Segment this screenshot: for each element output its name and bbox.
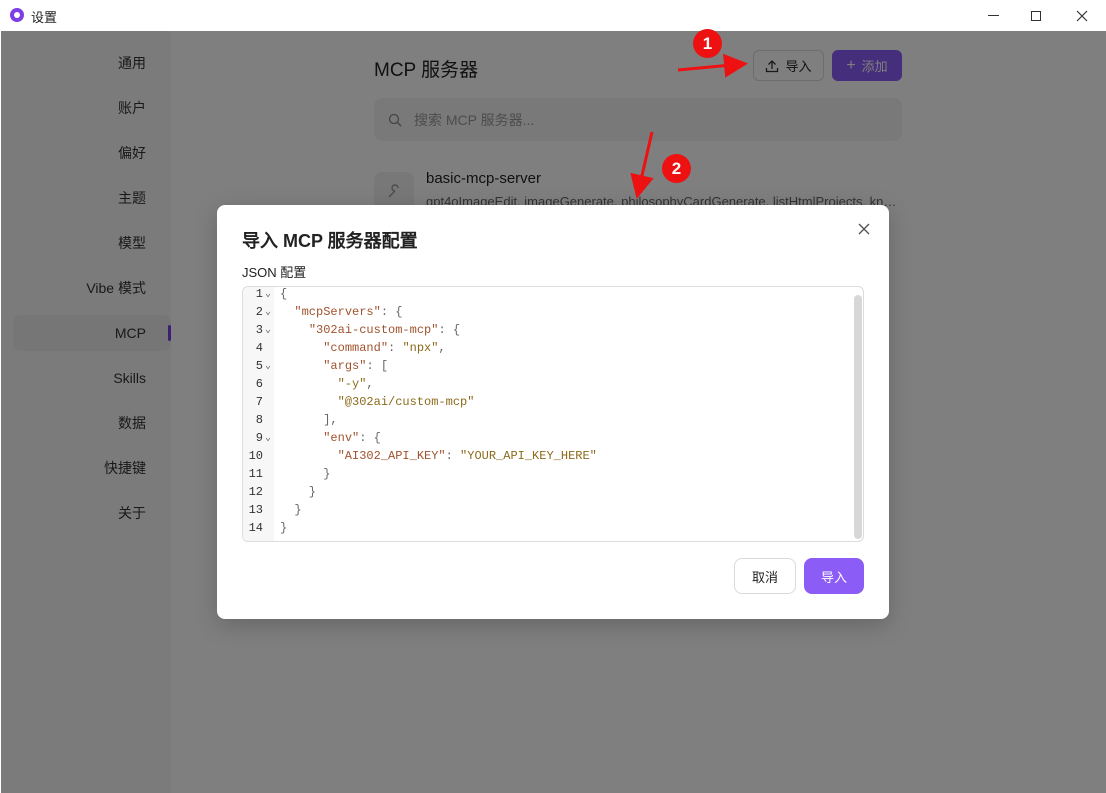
code-text: "env": { [323, 431, 381, 445]
code-text: } [280, 485, 317, 499]
code-text: "-y", [337, 377, 374, 391]
maximize-icon [1031, 10, 1041, 21]
confirm-import-button[interactable]: 导入 [804, 558, 864, 594]
code-line[interactable]: 3 ⌄ "302ai-custom-mcp": { [243, 321, 853, 339]
code-line[interactable]: 10 "AI302_API_KEY": "YOUR_API_KEY_HERE" [243, 447, 853, 465]
code-text: "302ai-custom-mcp": { [308, 323, 461, 337]
import-config-dialog: 导入 MCP 服务器配置 JSON 配置 1 ⌄{2 ⌄ "mcpServers":… [217, 205, 889, 619]
code-line[interactable]: 4 "command": "npx", [243, 339, 853, 357]
close-window-button[interactable] [1059, 0, 1105, 31]
code-text: "command": "npx", [323, 341, 446, 355]
line-number: 2 [255, 305, 263, 319]
editor-scrollbar[interactable] [854, 295, 862, 539]
code-line[interactable]: 8 ], [243, 411, 853, 429]
code-line[interactable]: 5 ⌄ "args": [ [243, 357, 853, 375]
cancel-button[interactable]: 取消 [734, 558, 796, 594]
line-number: 1 [255, 287, 263, 301]
code-line[interactable]: 7 "@302ai/custom-mcp" [243, 393, 853, 411]
line-number: 6 [255, 377, 263, 391]
line-number: 12 [248, 485, 263, 499]
dialog-title: 导入 MCP 服务器配置 [242, 231, 418, 251]
code-text: "mcpServers": { [294, 305, 403, 319]
code-line[interactable]: 1 ⌄ { [243, 287, 853, 304]
code-text: } [280, 467, 331, 481]
close-icon [1076, 10, 1088, 21]
code-line[interactable]: 13 } [243, 501, 853, 519]
fold-chevron-icon[interactable]: ⌄ [265, 322, 271, 340]
fold-chevron-icon[interactable]: ⌄ [265, 358, 271, 376]
code-text: ], [280, 413, 338, 427]
line-number: 11 [248, 467, 263, 481]
line-number: 4 [255, 341, 263, 355]
line-number: 9 [255, 431, 263, 445]
minimize-icon [987, 15, 999, 16]
json-editor[interactable]: 1 ⌄{2 ⌄ "mcpServers": {3 ⌄ "302ai-custom-mc… [242, 286, 864, 542]
line-number: 5 [255, 359, 263, 373]
code-text: "@302ai/custom-mcp" [337, 395, 475, 409]
line-number: 14 [248, 521, 263, 535]
line-number: 7 [255, 395, 263, 409]
fold-chevron-icon[interactable]: ⌄ [265, 287, 271, 304]
line-number: 3 [255, 323, 263, 337]
close-icon [858, 223, 870, 235]
code-text: "AI302_API_KEY": "YOUR_API_KEY_HERE" [337, 449, 597, 463]
code-text: { [280, 287, 288, 301]
code-line[interactable]: 12 } [243, 483, 853, 501]
title-bar: 设置 [0, 0, 1106, 31]
code-line[interactable]: 2 ⌄ "mcpServers": { [243, 303, 853, 321]
code-line[interactable]: 14} [243, 519, 853, 537]
maximize-button[interactable] [1013, 0, 1059, 31]
code-text: "args": [ [323, 359, 389, 373]
annotation-marker-2: 2 [662, 154, 691, 183]
app-logo-icon [10, 8, 24, 22]
line-number: 13 [248, 503, 263, 517]
line-number: 10 [248, 449, 263, 463]
code-text: } [280, 503, 302, 517]
minimize-button[interactable] [970, 0, 1016, 31]
fold-chevron-icon[interactable]: ⌄ [265, 430, 271, 448]
code-line[interactable]: 9 ⌄ "env": { [243, 429, 853, 447]
annotation-marker-1: 1 [693, 29, 722, 58]
window-title: 设置 [31, 10, 58, 25]
dialog-close-button[interactable] [855, 220, 873, 238]
line-number: 8 [255, 413, 263, 427]
code-text: } [280, 521, 288, 535]
code-line[interactable]: 6 "-y", [243, 375, 853, 393]
code-line[interactable]: 11 } [243, 465, 853, 483]
fold-chevron-icon[interactable]: ⌄ [265, 304, 271, 322]
json-config-label: JSON 配置 [242, 265, 307, 280]
